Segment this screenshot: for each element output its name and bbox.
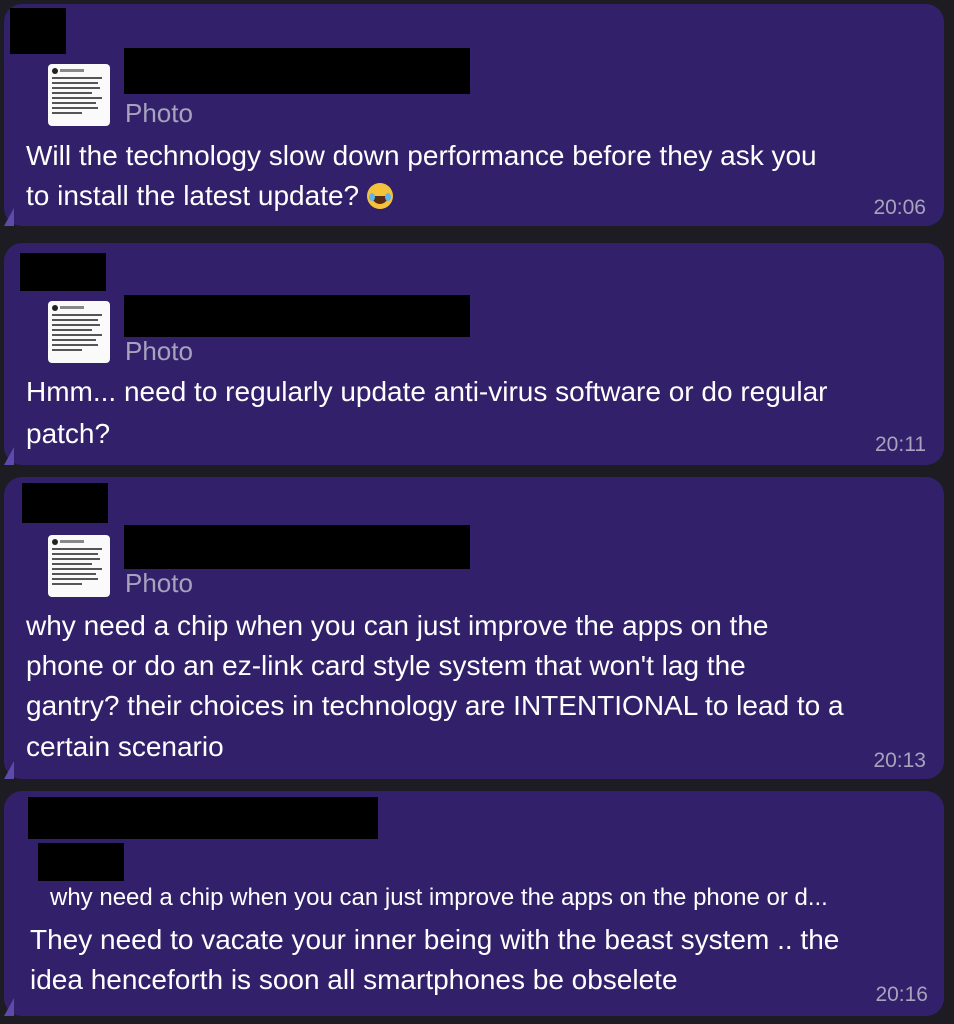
message-text-line: idea henceforth is soon all smartphones … <box>30 964 678 995</box>
message-timestamp: 20:16 <box>875 983 928 1006</box>
redacted-reply-sender <box>38 843 124 881</box>
message-timestamp: 20:11 <box>875 433 926 456</box>
message-text-line: They need to vacate your inner being wit… <box>30 924 840 955</box>
bubble-tail <box>4 998 14 1016</box>
message-text-line: to install the latest update? <box>26 176 394 216</box>
message-text-line: phone or do an ez-link card style system… <box>26 650 746 681</box>
redacted-sender-name <box>20 253 106 291</box>
redacted-reply-sender <box>124 295 470 337</box>
photo-label: Photo <box>125 336 193 366</box>
message-timestamp: 20:13 <box>873 749 926 772</box>
photo-thumbnail[interactable] <box>48 64 110 126</box>
redacted-sender-name <box>10 8 66 54</box>
redacted-reply-sender <box>124 48 470 94</box>
reply-preview-text[interactable]: why need a chip when you can just improv… <box>50 883 930 913</box>
redacted-sender-name <box>22 483 108 523</box>
message-text-line: gantry? their choices in technology are … <box>26 690 844 721</box>
photo-label: Photo <box>125 568 193 598</box>
photo-label: Photo <box>125 98 193 128</box>
bubble-tail <box>4 447 14 465</box>
message-text-line: certain scenario <box>26 731 224 762</box>
message-text-line: patch? <box>26 418 111 449</box>
photo-thumbnail[interactable] <box>48 535 110 597</box>
message-bubble[interactable]: why need a chip when you can just improv… <box>4 791 944 1016</box>
redacted-reply-sender <box>124 525 470 569</box>
bubble-tail <box>4 208 14 226</box>
message-bubble[interactable]: Photo why need a chip when you can just … <box>4 477 944 779</box>
bubble-tail <box>4 761 14 779</box>
photo-thumbnail[interactable] <box>48 301 110 363</box>
message-text-line: why need a chip when you can just improv… <box>26 610 769 641</box>
message-timestamp: 20:06 <box>873 196 926 219</box>
message-bubble[interactable]: Photo Hmm... need to regularly update an… <box>4 243 944 465</box>
message-text-line: Will the technology slow down performanc… <box>26 140 817 171</box>
face-with-tears-of-joy-icon <box>367 183 394 209</box>
message-bubble[interactable]: Photo Will the technology slow down perf… <box>4 4 944 226</box>
redacted-sender-name <box>28 797 378 839</box>
message-text-line: Hmm... need to regularly update anti-vir… <box>26 376 828 407</box>
